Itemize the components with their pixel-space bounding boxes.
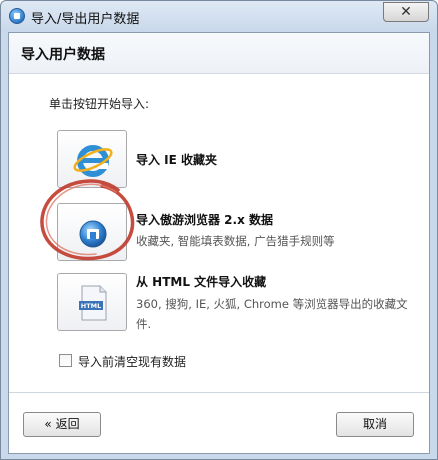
import-html-button[interactable]: HTML — [57, 273, 127, 331]
title-bar[interactable]: 导入/导出用户数据 ✕ — [1, 1, 437, 32]
maxthon-icon — [79, 220, 107, 248]
option-title-maxthon: 导入傲游浏览器 2.x 数据 — [136, 213, 274, 227]
instruction-text: 单击按钮开始导入: — [49, 97, 150, 111]
app-icon — [9, 8, 25, 24]
option-title-html: 从 HTML 文件导入收藏 — [136, 275, 267, 289]
page-title: 导入用户数据 — [21, 47, 105, 63]
close-button[interactable]: ✕ — [383, 2, 429, 22]
cancel-button[interactable]: 取消 — [336, 412, 414, 437]
import-maxthon-button[interactable] — [57, 203, 127, 261]
import-ie-button[interactable] — [57, 130, 127, 188]
dialog-window: 导入/导出用户数据 ✕ 导入用户数据 单击按钮开始导入: 导入 IE 收藏夹 导… — [0, 0, 438, 460]
footer-divider — [9, 392, 429, 393]
html-file-icon: HTML — [79, 285, 107, 321]
svg-text:HTML: HTML — [81, 302, 101, 310]
clear-data-checkbox[interactable] — [59, 354, 72, 367]
header-band: 导入用户数据 — [9, 33, 429, 74]
back-button[interactable]: « 返回 — [23, 412, 101, 437]
window-title: 导入/导出用户数据 — [31, 12, 140, 27]
option-desc-maxthon: 收藏夹, 智能填表数据, 广告猎手规则等 — [136, 234, 335, 248]
dialog-content: 导入用户数据 单击按钮开始导入: 导入 IE 收藏夹 导入傲游浏览器 2.x 数… — [8, 32, 430, 454]
clear-data-label[interactable]: 导入前清空现有数据 — [78, 353, 186, 370]
option-title-ie: 导入 IE 收藏夹 — [136, 153, 218, 167]
ie-icon — [73, 145, 113, 177]
option-desc-html: 360, 搜狗, IE, 火狐, Chrome 等浏览器导出的收藏文件. — [136, 297, 408, 331]
